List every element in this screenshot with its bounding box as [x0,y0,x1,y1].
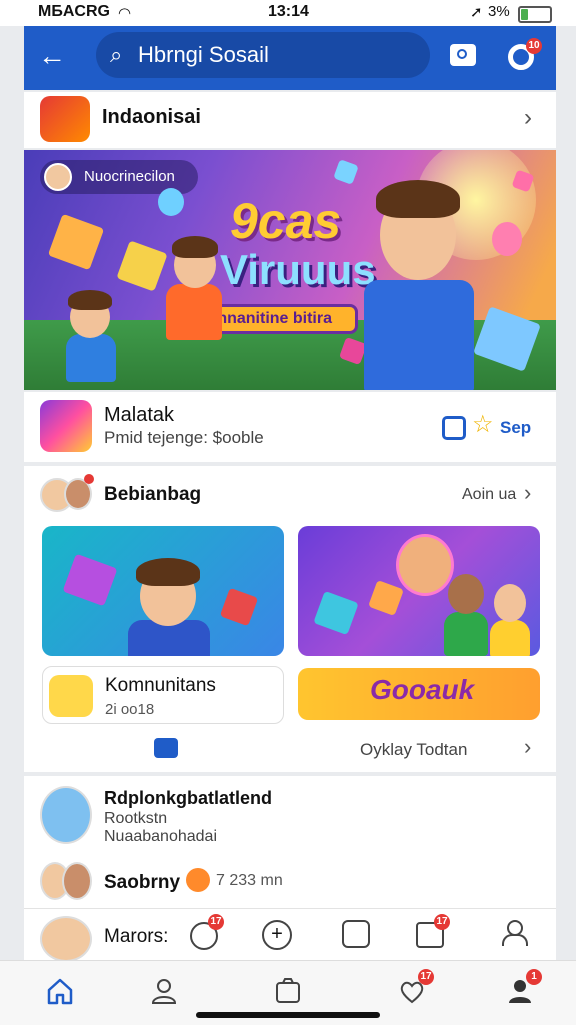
person-name: Marors: [104,926,169,947]
balloon-icon [158,188,184,216]
wifi-icon: ◠ [118,5,132,22]
list-item[interactable]: Marors: 17 + 17 [24,912,556,962]
add-icon[interactable]: + [262,920,292,950]
people-list: Rdplonkgbatlatlend Rootkstn Nuaabanohada… [24,776,556,962]
search-icon: ⌕ [110,42,123,67]
home-icon[interactable] [42,973,78,1009]
banner-author-name: Nuocrinecilon [84,168,175,185]
portrait-icon [396,534,454,596]
balloon-icon [492,222,522,256]
community-name: Komnunitans [105,675,216,696]
floating-cube [219,587,259,627]
divider [24,908,556,909]
floating-cube [116,240,168,292]
community-mini-card[interactable]: Komnunitans 2i oo18 [42,666,284,724]
camera-icon[interactable] [450,44,476,66]
community-title: Bebianbag [104,484,202,505]
notification-badge: 10 [526,38,542,54]
list-item[interactable]: Saobrny 7 233 mn [24,858,556,904]
banner-logo-line1: 9cas [230,193,342,249]
community-icon [49,675,93,717]
app-subtitle: Pmid tejenge: $ooble [104,428,264,447]
community-share-icon[interactable] [154,738,178,758]
chevron-right-icon[interactable]: › [524,480,531,506]
person-name: Saobrny [104,872,181,893]
arrow-left-icon[interactable]: ← [38,40,66,72]
person-extra: 7 233 mn [216,872,283,889]
menu-badge: 1 [526,969,542,985]
floating-cube [368,580,404,616]
section-header-indaonisai[interactable]: Indaonisai › [24,92,556,148]
chevron-right-icon[interactable]: › [524,734,531,760]
inbox-badge: 17 [434,914,450,930]
comment-badge: 17 [208,914,224,930]
home-indicator [196,1012,380,1018]
sticker-icon[interactable] [342,920,370,948]
square-outline-icon[interactable] [442,416,466,440]
community-tile-1[interactable] [42,526,284,656]
notifications-badge: 17 [418,969,434,985]
avatar [44,163,72,191]
person-add-icon[interactable] [502,920,528,946]
community-count: 2i oo18 [105,701,155,718]
person-name: Rdplonkgbatlatlend [104,788,272,808]
star-icon[interactable]: ☆ [472,410,494,439]
promo-banner[interactable]: Nuocrinecilon 9cas Viruuus Konnanitine b… [24,150,556,390]
battery-icon [518,6,552,23]
location-icon: ➚ [470,4,483,21]
envelope-icon [62,553,118,607]
chevron-right-icon[interactable]: › [524,104,532,132]
list-item[interactable]: Rdplonkgbatlatlend Rootkstn Nuaabanohada… [24,776,556,854]
emoji-icon [186,868,210,892]
profile-icon[interactable] [146,973,182,1009]
app-action-link[interactable]: Sep [500,418,531,438]
clock: 13:14 [268,3,309,20]
section-title: Indaonisai [102,106,201,128]
app-bar: ← ⌕ Hbrngi Sosail 10 [24,26,556,90]
game-app-icon [40,96,90,142]
community-tile-2[interactable] [298,526,540,656]
floating-cube [333,159,359,185]
avatar [40,916,92,962]
promo-text: Gooauk [370,674,475,705]
status-bar: MБACRG ◠ 13:14 ➚ 3% [0,0,576,26]
avatar [62,862,92,900]
person-detail: Rootkstn [104,810,168,827]
banner-logo-line2: Viruuus [220,246,376,293]
battery-percent: 3% [488,3,510,20]
marketplace-icon[interactable] [270,973,306,1009]
search-bar[interactable]: ⌕ Hbrngi Sosail [96,32,430,78]
avatar [40,786,92,844]
carrier-name: MБACRG [38,3,110,20]
community-section: Bebianbag Aoin ua › Komnunitans 2i oo18 … [24,466,556,772]
search-input[interactable]: Hbrngi Sosail [138,42,269,68]
floating-cube [47,213,105,271]
community-footer-link[interactable]: Oyklay Todtan [360,740,467,760]
floating-cube [313,590,359,636]
featured-app-row[interactable]: Malatak Pmid tejenge: $ooble ☆ Sep [24,392,556,462]
see-all-link[interactable]: Aoin ua [462,486,516,504]
person-detail: Nuaabanohadai [104,828,217,845]
app-name: Malatak [104,404,175,426]
community-badge [84,474,94,484]
promo-strip[interactable]: Gooauk [298,668,540,720]
app-icon [40,400,92,452]
